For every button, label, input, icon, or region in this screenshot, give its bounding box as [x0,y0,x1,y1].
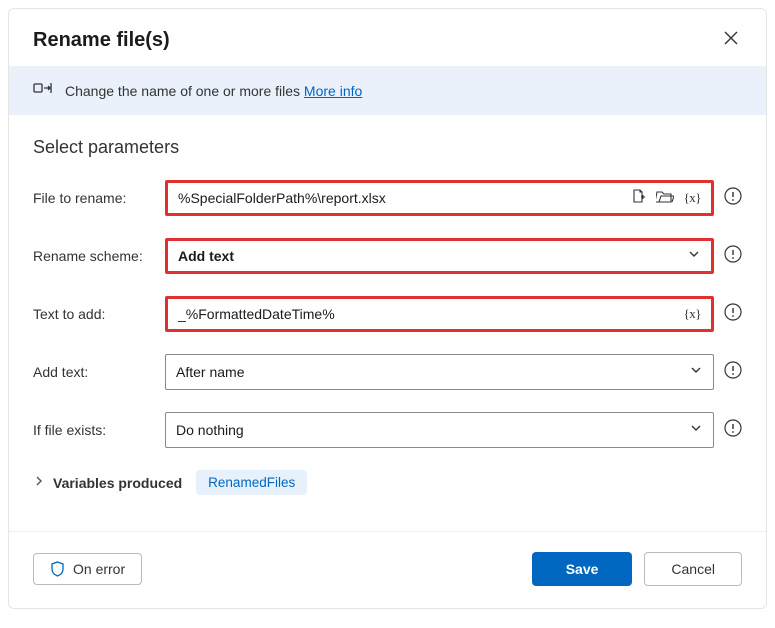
help-icon[interactable] [724,419,742,442]
variable-picker-icon[interactable]: {x} [682,304,703,324]
variables-produced-row: Variables produced RenamedFiles [33,470,742,495]
variable-picker-icon[interactable]: {x} [682,188,703,208]
banner-text-content: Change the name of one or more files [65,83,300,99]
dialog-header: Rename file(s) [9,9,766,66]
help-icon[interactable] [724,245,742,268]
rename-files-dialog: Rename file(s) Change the name of one or… [8,8,767,609]
variables-produced-label[interactable]: Variables produced [53,475,182,491]
rename-scheme-label: Rename scheme: [33,248,165,264]
rename-icon [33,80,53,101]
add-text-select[interactable]: After name [165,354,714,390]
file-to-rename-input[interactable] [178,190,628,206]
add-text-value: After name [176,364,687,380]
dialog-title: Rename file(s) [33,29,170,52]
chevron-right-icon[interactable] [33,474,45,492]
chevron-down-icon [685,245,703,268]
param-row-text-to-add: Text to add: {x} [33,296,742,332]
dialog-footer: On error Save Cancel [9,531,766,608]
text-to-add-input[interactable] [178,306,682,322]
param-row-rename-scheme: Rename scheme: Add text [33,238,742,274]
param-row-file-to-rename: File to rename: {x} [33,180,742,216]
if-file-exists-select[interactable]: Do nothing [165,412,714,448]
close-icon [724,31,738,45]
chevron-down-icon [687,361,705,384]
file-to-rename-field[interactable]: {x} [165,180,714,216]
param-row-add-text: Add text: After name [33,354,742,390]
if-file-exists-value: Do nothing [176,422,687,438]
select-file-icon[interactable] [628,186,648,211]
chevron-down-icon [687,419,705,442]
more-info-link[interactable]: More info [304,83,362,99]
shield-icon [50,561,65,577]
close-button[interactable] [720,27,742,54]
on-error-button[interactable]: On error [33,553,142,585]
on-error-label: On error [73,561,125,577]
file-to-rename-label: File to rename: [33,190,165,206]
info-banner: Change the name of one or more files Mor… [9,66,766,115]
help-icon[interactable] [724,361,742,384]
cancel-button[interactable]: Cancel [644,552,742,586]
text-to-add-label: Text to add: [33,306,165,322]
text-to-add-field[interactable]: {x} [165,296,714,332]
browse-folder-icon[interactable] [654,187,676,210]
rename-scheme-select[interactable]: Add text [165,238,714,274]
variable-pill-renamedfiles[interactable]: RenamedFiles [196,470,307,495]
param-row-if-file-exists: If file exists: Do nothing [33,412,742,448]
section-title: Select parameters [33,137,742,158]
if-file-exists-label: If file exists: [33,422,165,438]
save-button[interactable]: Save [532,552,633,586]
help-icon[interactable] [724,303,742,326]
info-banner-text: Change the name of one or more files Mor… [65,83,362,99]
rename-scheme-value: Add text [178,248,685,264]
add-text-label: Add text: [33,364,165,380]
help-icon[interactable] [724,187,742,210]
dialog-body: Select parameters File to rename: {x} Re… [9,115,766,513]
